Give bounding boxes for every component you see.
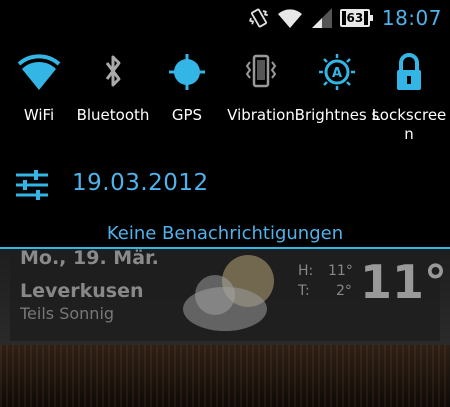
quick-setting-lockscreen[interactable]: Lockscree n — [372, 52, 446, 143]
quick-setting-gps[interactable]: GPS — [150, 52, 224, 140]
quick-setting-wifi[interactable]: WiFi — [2, 52, 76, 140]
weather-city: Leverkusen — [20, 280, 144, 302]
partly-sunny-icon — [183, 255, 274, 331]
weather-current-temp: 11° — [360, 255, 448, 309]
no-notifications-text: Keine Benachrichtigungen — [106, 223, 344, 244]
quick-setting-label: Lockscree n — [371, 106, 447, 143]
notification-area: Keine Benachrichtigungen — [0, 218, 450, 248]
quick-setting-label: Vibration — [227, 106, 295, 124]
brightness-icon: A — [319, 54, 355, 90]
vibrate-icon — [248, 8, 268, 28]
quick-settings: WiFi Bluetooth GPS Vibration A Brightnes… — [0, 40, 450, 143]
quick-setting-brightness[interactable]: A Brightnes s — [295, 52, 379, 140]
gps-icon — [169, 54, 205, 90]
settings-sliders-icon[interactable] — [16, 170, 48, 200]
date-label[interactable]: 19.03.2012 — [72, 170, 209, 196]
battery-icon: 63 — [339, 9, 373, 27]
weather-date: Mo., 19. Mär. — [20, 249, 159, 269]
lock-icon — [397, 53, 421, 90]
signal-icon — [311, 8, 332, 28]
svg-text:A: A — [332, 66, 342, 81]
quick-setting-vibration[interactable]: Vibration — [224, 52, 298, 140]
bluetooth-icon — [105, 55, 121, 87]
wifi-icon — [17, 54, 61, 90]
weather-high: 11° — [328, 263, 353, 279]
weather-low-label: T: — [298, 283, 310, 299]
wifi-icon — [277, 9, 302, 28]
date-row: 19.03.2012 — [0, 160, 450, 210]
status-time: 18:07 — [381, 6, 442, 30]
battery-level: 63 — [345, 11, 365, 25]
quick-setting-bluetooth[interactable]: Bluetooth — [76, 52, 150, 140]
homescreen-background: Mo., 19. Mär. Leverkusen Teils Sonnig H:… — [0, 249, 450, 407]
vibration-icon — [245, 54, 277, 88]
status-icons: 63 18:07 — [248, 5, 442, 31]
weather-widget[interactable]: Mo., 19. Mär. Leverkusen Teils Sonnig H:… — [10, 249, 447, 341]
weather-condition: Teils Sonnig — [20, 304, 115, 323]
wallpaper-floor — [0, 345, 450, 407]
weather-low: 2° — [336, 283, 352, 299]
weather-high-label: H: — [298, 263, 314, 279]
status-bar[interactable]: 63 18:07 — [0, 0, 450, 36]
